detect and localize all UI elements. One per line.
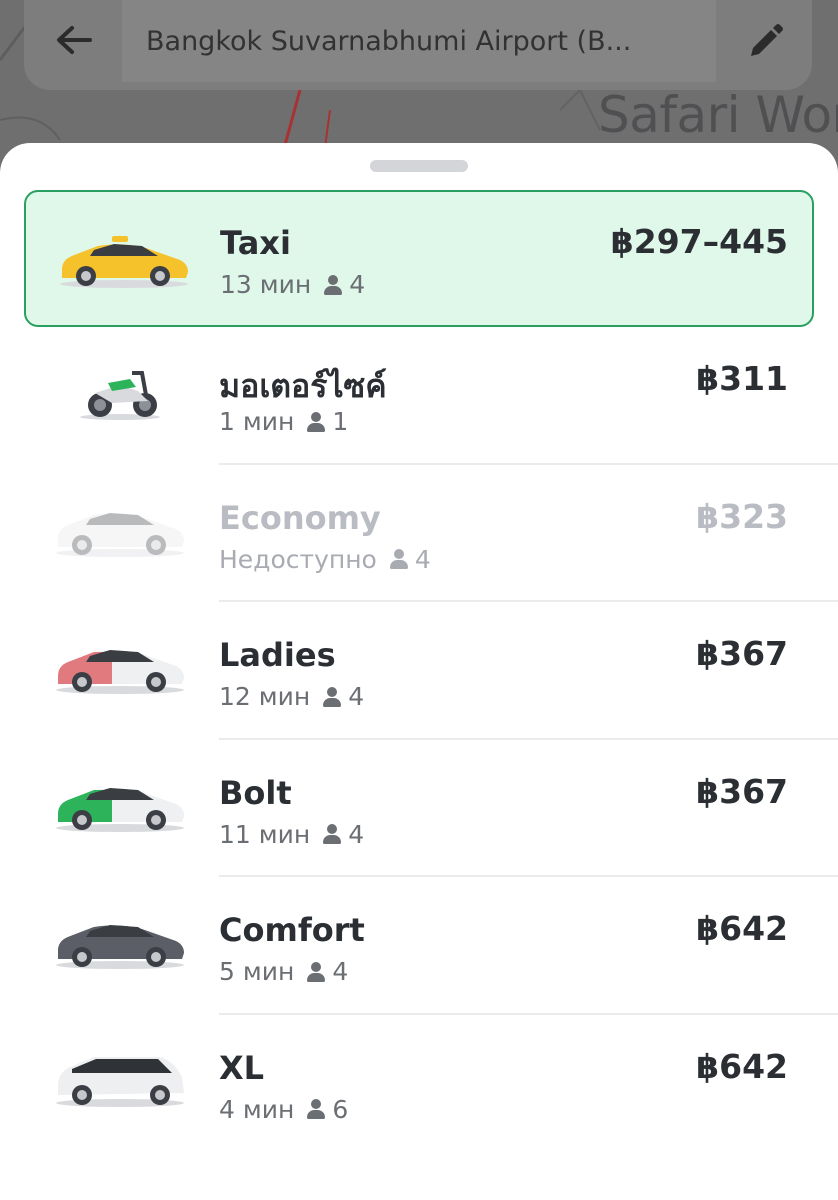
ride-option-3[interactable]: Ladies 12 мин 4 ฿367 — [0, 602, 838, 740]
sheet-drag-handle[interactable] — [370, 160, 468, 172]
eta-text: 5 мин — [219, 957, 295, 986]
vehicle-image — [50, 493, 190, 563]
economy-car-icon — [56, 512, 184, 557]
ride-option-6[interactable]: XL 4 мин 6 ฿642 — [0, 1015, 838, 1153]
ride-option-name: XL — [219, 1048, 265, 1087]
seat-count: 6 — [332, 1094, 349, 1124]
ride-option-meta: 12 мин 4 — [219, 682, 364, 711]
ride-option-name: Taxi — [220, 224, 291, 262]
ride-option-price: ฿367 — [696, 771, 788, 811]
person-icon — [306, 1098, 326, 1120]
xl-van-icon — [56, 1056, 184, 1107]
vehicle-image — [50, 355, 190, 425]
eta-text: 12 мин — [219, 682, 311, 711]
person-icon — [389, 548, 409, 570]
ride-options-sheet: Taxi 13 мин 4 ฿297–445 มอเตอร์ไซค์ 1 мин 1 ฿311… — [0, 143, 838, 1200]
seat-count: 4 — [349, 270, 366, 299]
map-place-label: Safari Wor — [598, 86, 838, 144]
eta-text: 13 мин — [220, 270, 312, 299]
vehicle-image — [54, 224, 194, 294]
person-icon — [323, 274, 343, 296]
destination-text: Bangkok Suvarnabhumi Airport (B... — [146, 25, 632, 57]
taxi-car-icon — [60, 236, 188, 288]
person-icon — [322, 823, 342, 845]
ride-option-name: Comfort — [219, 911, 365, 949]
ride-option-0[interactable]: Taxi 13 мин 4 ฿297–445 — [24, 190, 814, 327]
eta-text: 11 мин — [219, 819, 311, 849]
ride-option-1[interactable]: มอเตอร์ไซค์ 1 мин 1 ฿311 — [0, 327, 838, 465]
ride-option-meta: Недоступно 4 — [219, 545, 431, 574]
ride-option-name: มอเตอร์ไซค์ — [219, 367, 387, 405]
destination-field[interactable]: Bangkok Suvarnabhumi Airport (B... — [122, 0, 716, 82]
bolt-car-icon — [56, 787, 184, 832]
seat-count: 4 — [332, 957, 349, 986]
back-button[interactable] — [52, 18, 96, 62]
seat-count: 1 — [332, 407, 349, 436]
seat-count: 4 — [414, 544, 431, 574]
ride-option-price: ฿323 — [696, 496, 788, 536]
person-icon — [306, 411, 326, 433]
ride-option-meta: 13 мин 4 — [220, 270, 365, 299]
arrow-left-icon — [57, 26, 92, 54]
vehicle-image — [50, 630, 190, 700]
ride-option-price: ฿642 — [696, 1046, 788, 1086]
ride-option-price: ฿367 — [696, 634, 788, 673]
top-bar: Bangkok Suvarnabhumi Airport (B... — [24, 0, 812, 90]
vehicle-image — [50, 768, 190, 838]
person-icon — [322, 686, 342, 708]
ride-option-meta: 11 мин 4 — [219, 820, 364, 849]
vehicle-image — [50, 905, 190, 975]
vehicle-image — [50, 1043, 190, 1113]
ride-options-list: Taxi 13 мин 4 ฿297–445 มอเตอร์ไซค์ 1 мин 1 ฿311… — [0, 190, 838, 1152]
edit-route-button[interactable] — [740, 18, 790, 66]
seat-count: 4 — [348, 819, 365, 849]
ride-option-price: ฿297–445 — [610, 222, 788, 261]
ride-option-2: Economy Недоступно 4 ฿323 — [0, 465, 838, 602]
motorbike-icon — [80, 371, 160, 420]
person-icon — [306, 961, 326, 983]
ride-option-name: Ladies — [219, 636, 336, 674]
pencil-icon — [751, 24, 783, 56]
ride-option-4[interactable]: Bolt 11 мин 4 ฿367 — [0, 740, 838, 877]
eta-text: Недоступно — [219, 544, 377, 574]
ride-option-meta: 1 мин 1 — [219, 407, 348, 436]
ladies-car-icon — [56, 650, 184, 694]
ride-option-5[interactable]: Comfort 5 мин 4 ฿642 — [0, 877, 838, 1015]
ride-option-price: ฿642 — [696, 909, 788, 948]
ride-option-meta: 5 мин 4 — [219, 957, 348, 986]
ride-option-price: ฿311 — [696, 359, 788, 398]
seat-count: 4 — [348, 682, 365, 711]
ride-option-name: Bolt — [219, 773, 292, 812]
comfort-car-icon — [56, 925, 184, 969]
eta-text: 4 мин — [219, 1094, 295, 1124]
eta-text: 1 мин — [219, 407, 295, 436]
ride-option-meta: 4 мин 6 — [219, 1095, 348, 1124]
ride-option-name: Economy — [219, 498, 381, 537]
